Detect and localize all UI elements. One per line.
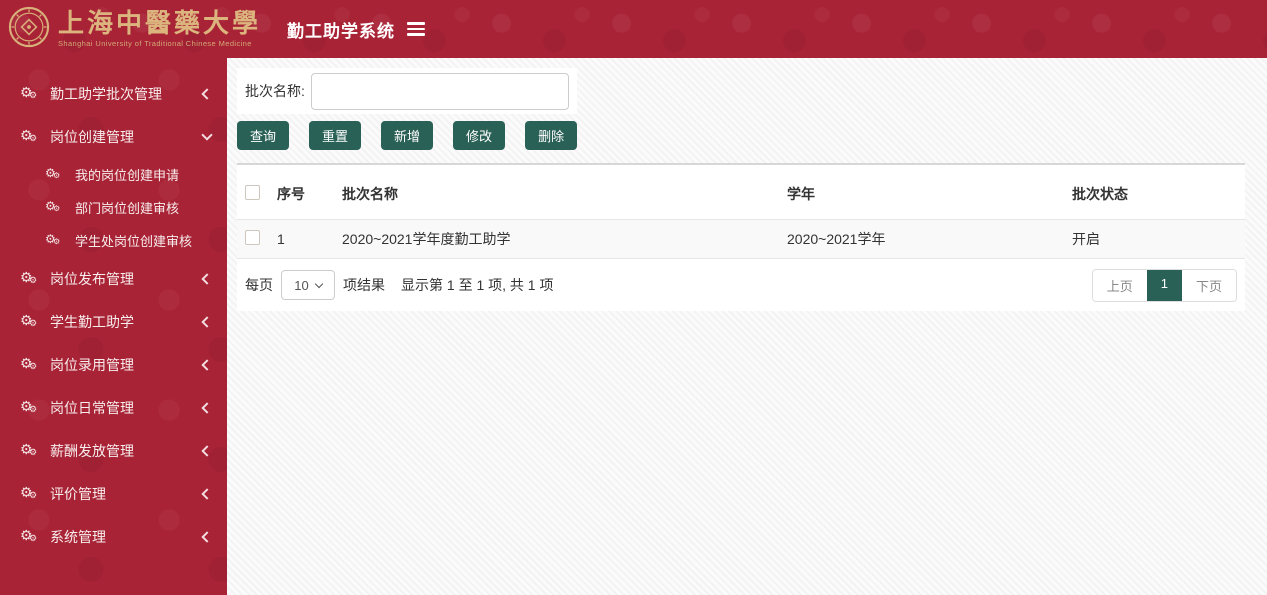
batch-table: 序号 批次名称 学年 批次状态 1 2020~2021学年度勤工助学 2020~… [237,163,1245,311]
university-name-en: Shanghai University of Traditional Chine… [58,38,252,48]
pager: 上页 1 下页 [1091,268,1237,302]
cogs-icon: ⚙ ⚙ [20,126,38,143]
system-title: 勤工助学系统 [287,21,396,41]
app-header: 上海中醫藥大學 Shanghai University of Tradition… [0,0,1267,58]
cell-index: 1 [277,231,285,247]
cogs-icon: ⚙ ⚙ [20,83,38,100]
sidebar-nav: ⚙ ⚙ 勤工助学批次管理 ⚙ ⚙ 岗位创建管理 ⚙ ⚙ 我的岗位创建申请 ⚙ ⚙ 部门岗… [0,58,227,595]
table-header-row: 序号 批次名称 学年 批次状态 [237,169,1245,219]
chevron-down-icon [201,128,213,141]
cell-school-year: 2020~2021学年 [787,231,886,247]
row-checkbox-cell [237,230,277,248]
sidebar-item-position-hiring-management[interactable]: ⚙ ⚙ 岗位录用管理 [0,343,227,386]
cogs-icon: ⚙ ⚙ [20,397,38,414]
sidebar-item-salary-payment-management[interactable]: ⚙ ⚙ 薪酬发放管理 [0,429,227,472]
sidebar-item-evaluation-management[interactable]: ⚙ ⚙ 评价管理 [0,472,227,515]
cogs-icon: ⚙ ⚙ [20,268,38,285]
cogs-icon: ⚙ ⚙ [45,198,61,213]
sidebar-subitem-label: 部门岗位创建审核 [75,201,180,216]
chevron-left-icon [201,530,213,543]
chevron-left-icon [201,87,213,100]
cogs-icon: ⚙ ⚙ [20,440,38,457]
col-header-school-year: 学年 [787,186,815,202]
pagination-bar: 每页 10 项结果 显示第 1 至 1 项, 共 1 项 上页 1 下页 [237,259,1245,311]
chevron-down-icon [314,279,323,288]
sidebar-subitem-label: 学生处岗位创建审核 [75,234,193,249]
col-header-batch-name: 批次名称 [342,186,398,202]
chevron-left-icon [201,272,213,285]
sidebar-subitem-student-affairs-position-creation-review[interactable]: ⚙ ⚙ 学生处岗位创建审核 [0,224,227,257]
sidebar-item-label: 岗位录用管理 [50,356,134,373]
sidebar-subitem-my-position-creation-request[interactable]: ⚙ ⚙ 我的岗位创建申请 [0,158,227,191]
sidebar-item-position-publish-management[interactable]: ⚙ ⚙ 岗位发布管理 [0,257,227,300]
batch-name-label: 批次名称: [245,83,305,99]
cogs-icon: ⚙ ⚙ [20,354,38,371]
pagination-summary: 每页 10 项结果 显示第 1 至 1 项, 共 1 项 [245,270,553,300]
results-label: 项结果 [343,277,385,293]
chevron-left-icon [201,444,213,457]
cogs-icon: ⚙ ⚙ [20,526,38,543]
per-page-select[interactable]: 10 [281,270,335,300]
chevron-left-icon [201,401,213,414]
sidebar-item-label: 勤工助学批次管理 [50,85,162,102]
sidebar-item-label: 评价管理 [50,485,106,502]
sidebar-subitem-department-position-creation-review[interactable]: ⚙ ⚙ 部门岗位创建审核 [0,191,227,224]
cogs-icon: ⚙ ⚙ [20,311,38,328]
col-header-batch-status: 批次状态 [1072,186,1128,202]
add-button[interactable]: 新增 [381,121,434,150]
sidebar-item-label: 岗位发布管理 [50,270,134,287]
sidebar-item-position-creation-management[interactable]: ⚙ ⚙ 岗位创建管理 [0,115,227,158]
sidebar-item-label: 薪酬发放管理 [50,442,134,459]
search-form: 批次名称: [237,68,577,114]
sidebar-item-work-study-batch-management[interactable]: ⚙ ⚙ 勤工助学批次管理 [0,72,227,115]
sidebar-item-label: 岗位创建管理 [50,128,134,145]
cogs-icon: ⚙ ⚙ [45,231,61,246]
delete-button[interactable]: 删除 [525,121,578,150]
toolbar: 查询 重置 新增 修改 删除 [237,121,1245,150]
cell-batch-status: 开启 [1072,231,1100,247]
chevron-left-icon [201,315,213,328]
table-row[interactable]: 1 2020~2021学年度勤工助学 2020~2021学年 开启 [237,219,1245,259]
sidebar-item-student-work-study[interactable]: ⚙ ⚙ 学生勤工助学 [0,300,227,343]
current-page-button[interactable]: 1 [1146,269,1182,301]
query-button[interactable]: 查询 [237,121,290,150]
university-seal-logo [8,6,50,53]
sidebar-item-label: 系统管理 [50,528,106,545]
chevron-left-icon [201,358,213,371]
next-page-button[interactable]: 下页 [1181,269,1236,301]
cell-batch-name: 2020~2021学年度勤工助学 [342,231,511,247]
reset-button[interactable]: 重置 [309,121,362,150]
sidebar-subitem-label: 我的岗位创建申请 [75,168,180,183]
sidebar-item-label: 岗位日常管理 [50,399,134,416]
main-content: 批次名称: 查询 重置 新增 修改 删除 序号 批次名称 学年 批次状态 1 2… [227,58,1267,595]
per-page-label: 每页 [245,277,273,293]
hamburger-menu-icon[interactable] [407,22,426,36]
col-header-index: 序号 [277,186,305,202]
table-header-checkbox-cell [237,185,277,203]
sidebar-item-label: 学生勤工助学 [50,313,134,330]
pagination-info: 显示第 1 至 1 项, 共 1 项 [401,277,554,293]
chevron-left-icon [201,487,213,500]
select-all-checkbox[interactable] [245,185,260,200]
cogs-icon: ⚙ ⚙ [20,483,38,500]
prev-page-button[interactable]: 上页 [1092,269,1147,301]
university-brand: 上海中醫藥大學 Shanghai University of Tradition… [58,8,262,48]
edit-button[interactable]: 修改 [453,121,506,150]
sidebar-item-system-management[interactable]: ⚙ ⚙ 系统管理 [0,515,227,558]
batch-name-input[interactable] [310,72,569,110]
university-name-cn: 上海中醫藥大學 [58,8,262,38]
cogs-icon: ⚙ ⚙ [45,165,61,180]
sidebar-item-position-daily-management[interactable]: ⚙ ⚙ 岗位日常管理 [0,386,227,429]
row-checkbox[interactable] [245,230,260,245]
per-page-value: 10 [294,277,309,293]
